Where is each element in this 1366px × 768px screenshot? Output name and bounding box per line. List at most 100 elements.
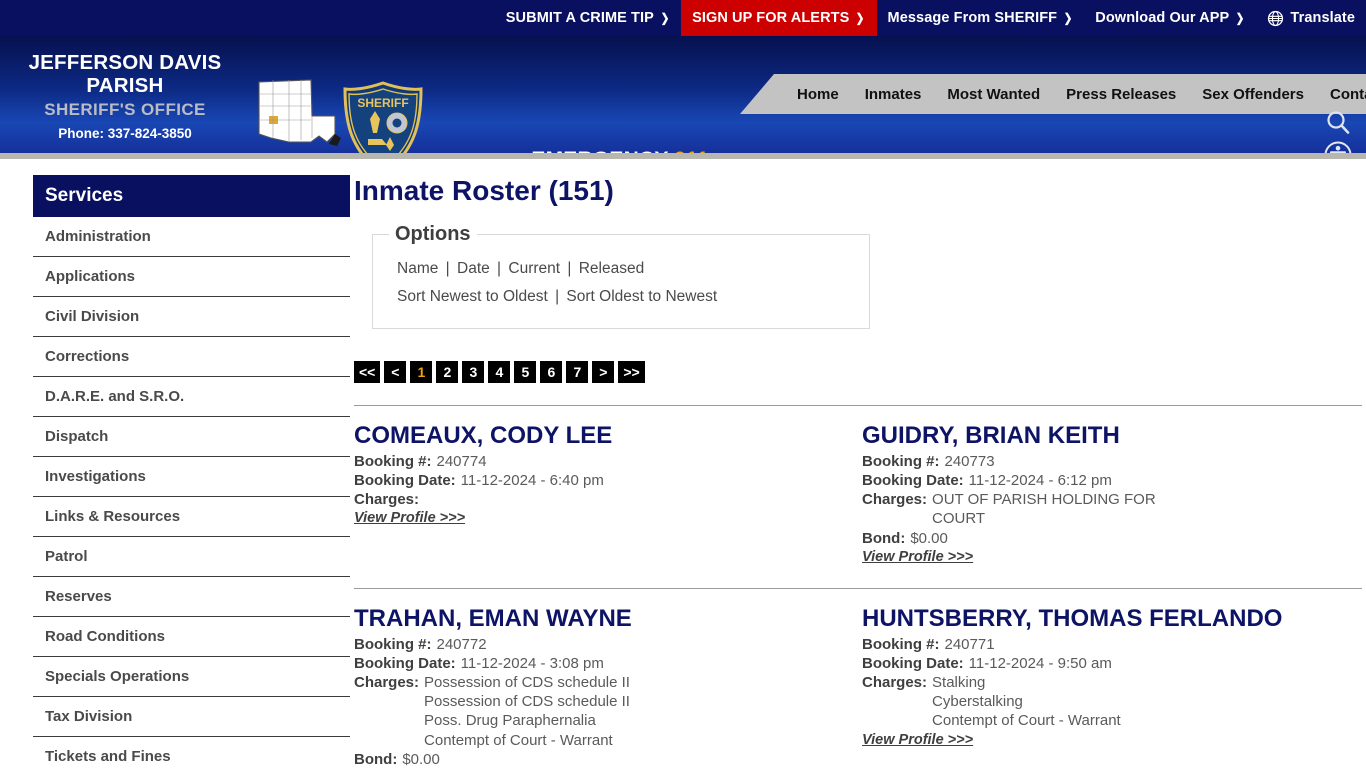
sidebar-item-reserves[interactable]: Reserves [33,577,350,617]
booking-date-value: 11-12-2024 - 6:12 pm [968,472,1112,490]
bond-label: Bond: [354,750,398,768]
globe-icon [1268,10,1284,26]
sidebar-item-tax-division[interactable]: Tax Division [33,697,350,737]
inmate-name: TRAHAN, EMAN WAYNE [354,604,632,632]
nav-item-home[interactable]: Home [784,86,852,103]
sidebar-item-administration[interactable]: Administration [33,217,350,257]
options-filter-row: Name | Date | Current | Released [397,260,869,278]
subnav-item-faq[interactable]: FAQ [1100,152,1147,153]
topbar-item-label: Message From SHERIFF [887,10,1058,26]
pagination-6[interactable]: 6 [540,361,563,383]
view-profile-link[interactable]: View Profile >>> [862,732,973,748]
subnav-item-hot-cases[interactable]: Hot Cases [1210,152,1296,153]
inmate-record: HUNTSBERRY, THOMAS FERLANDO Booking #: 240… [858,605,1366,768]
subnav-item-employment[interactable]: Employment [1002,152,1101,153]
booking-date: Booking Date: 11-12-2024 - 6:40 pm [354,471,846,490]
inmate-record: COMEAUX, CODY LEE Booking #: 240774 Booking… [350,422,858,566]
option-link-current[interactable]: Current [508,260,560,277]
sidebar-item-tickets-and-fines[interactable]: Tickets and Fines [33,737,350,768]
option-separator: | [550,288,564,305]
sidebar-item-d-a-r-e-and-s-r-o-[interactable]: D.A.R.E. and S.R.O. [33,377,350,417]
pagination-4[interactable]: 4 [488,361,511,383]
charges-value: Possession of CDS schedule II Possession … [424,673,630,750]
pagination-1[interactable]: 1 [410,361,433,383]
bond-value: $0.00 [402,750,440,768]
charges-label: Charges: [862,673,928,691]
options-sort-row: Sort Newest to Oldest | Sort Oldest to N… [397,288,869,306]
topbar-item-label: SUBMIT A CRIME TIP [505,10,654,26]
services-sidebar: Services Administration Applications Civil… [0,175,350,768]
option-link-sort-oldest-to-newest[interactable]: Sort Oldest to Newest [566,288,717,305]
sidebar-item-corrections[interactable]: Corrections [33,337,350,377]
charges: Charges: [354,490,846,509]
option-link-sort-newest-to-oldest[interactable]: Sort Newest to Oldest [397,288,548,305]
bond: Bond: $0.00 [354,750,846,768]
option-link-released[interactable]: Released [579,260,645,277]
option-link-name[interactable]: Name [397,260,438,277]
sidebar-title: Services [33,175,350,217]
nav-item-press-releases[interactable]: Press Releases [1053,86,1189,103]
primary-nav: Home Inmates Most Wanted Press Releases Sex … [740,74,1366,114]
sidebar-item-road-conditions[interactable]: Road Conditions [33,617,350,657]
booking-date-label: Booking Date: [862,654,964,672]
inmate-name: GUIDRY, BRIAN KEITH [862,422,1120,449]
charges-value: Stalking Cyberstalking Contempt of Court -… [932,673,1121,731]
charge-item: Contempt of Court - Warrant [424,731,613,749]
emergency-label: EMERGENCY [531,148,668,153]
topbar-item-1[interactable]: SIGN UP FOR ALERTS ❯ [681,0,877,36]
pagination-7[interactable]: 7 [566,361,589,383]
sidebar-item-applications[interactable]: Applications [33,257,350,297]
svg-text:SHERIFF: SHERIFF [357,96,408,110]
topbar-item-4[interactable]: Translate [1256,0,1366,36]
subnav-item-history[interactable]: History [1147,152,1210,153]
booking-date-label: Booking Date: [862,472,964,490]
page-title: Inmate Roster (151) [354,175,614,206]
booking-date-label: Booking Date: [354,654,456,672]
sidebar-item-investigations[interactable]: Investigations [33,457,350,497]
topbar-item-3[interactable]: Download Our APP ❯ [1084,0,1256,36]
booking-number-label: Booking #: [862,452,940,470]
pagination-nextnext[interactable]: >> [618,361,645,383]
bond-label: Bond: [862,529,906,547]
subnav-item-services[interactable]: Services⌄ [725,152,810,153]
sidebar-item-specials-operations[interactable]: Specials Operations [33,657,350,697]
nav-item-inmates[interactable]: Inmates [852,86,935,103]
subnav-item-calendar[interactable]: Calendar [857,152,934,153]
charges-label: Charges: [862,491,928,509]
nav-item-sex-offenders[interactable]: Sex Offenders [1189,86,1317,103]
subnav-item-e-news[interactable]: E News [934,152,1002,153]
sidebar-item-dispatch[interactable]: Dispatch [33,417,350,457]
pagination-next[interactable]: > [592,361,615,383]
sidebar-item-links-resources[interactable]: Links & Resources [33,497,350,537]
view-profile-link[interactable]: View Profile >>> [354,510,465,526]
search-icon[interactable] [1323,108,1353,138]
nav-item-most-wanted[interactable]: Most Wanted [934,86,1053,103]
charges-label: Charges: [354,673,420,691]
charge-item: Cyberstalking [932,693,1023,711]
subnav-item-blog[interactable]: Blog [810,152,857,153]
content-divider-top [354,405,1362,406]
nav-item-contact[interactable]: Contact [1317,86,1366,103]
booking-number-value: 240771 [944,635,995,653]
charge-item: COURT [932,510,986,528]
booking-date: Booking Date: 11-12-2024 - 3:08 pm [354,654,846,673]
chevron-right-icon: ❯ [856,11,865,25]
pagination-prevprev[interactable]: << [354,361,381,383]
sidebar-item-patrol[interactable]: Patrol [33,537,350,577]
charges: Charges: OUT OF PARISH HOLDING FOR COURT [862,490,1354,528]
accessibility-icon[interactable] [1323,140,1353,153]
charge-item: Possession of CDS schedule II [424,673,630,691]
option-link-date[interactable]: Date [457,260,490,277]
main-content: Inmate Roster (151) Options Name | Date … [350,175,1366,768]
pagination-5[interactable]: 5 [514,361,537,383]
pagination-3[interactable]: 3 [462,361,485,383]
topbar-item-label: SIGN UP FOR ALERTS [692,10,850,26]
booking-number: Booking #: 240774 [354,452,846,471]
view-profile-link[interactable]: View Profile >>> [862,549,973,565]
topbar-item-2[interactable]: Message From SHERIFF ❯ [877,0,1085,36]
sidebar-item-civil-division[interactable]: Civil Division [33,297,350,337]
options-legend: Options [395,223,471,245]
pagination-prev[interactable]: < [384,361,407,383]
pagination-2[interactable]: 2 [436,361,459,383]
topbar-item-0[interactable]: SUBMIT A CRIME TIP ❯ [495,0,681,36]
